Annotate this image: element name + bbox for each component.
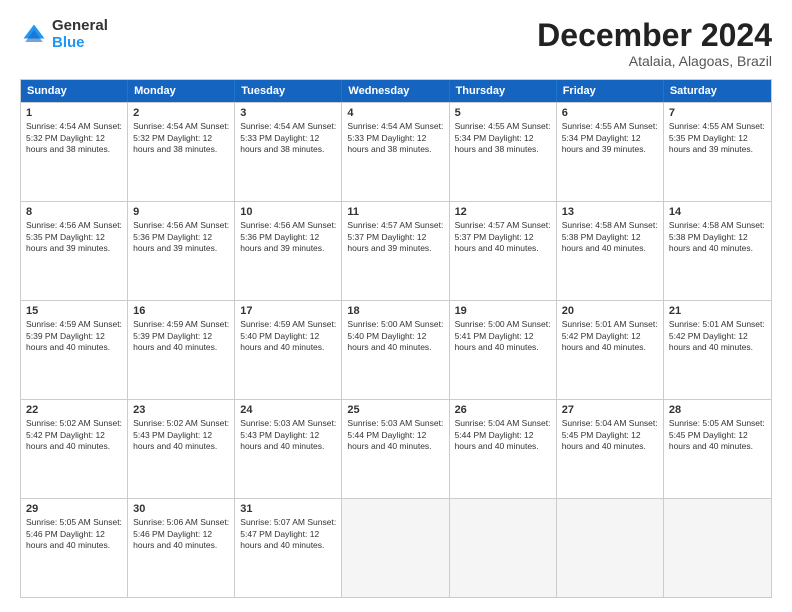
- day-9: 9 Sunrise: 4:56 AM Sunset: 5:36 PM Dayli…: [128, 202, 235, 300]
- day-24: 24 Sunrise: 5:03 AM Sunset: 5:43 PM Dayl…: [235, 400, 342, 498]
- month-title: December 2024: [537, 18, 772, 53]
- day-15: 15 Sunrise: 4:59 AM Sunset: 5:39 PM Dayl…: [21, 301, 128, 399]
- day-17: 17 Sunrise: 4:59 AM Sunset: 5:40 PM Dayl…: [235, 301, 342, 399]
- day-29: 29 Sunrise: 5:05 AM Sunset: 5:46 PM Dayl…: [21, 499, 128, 597]
- day-2: 2 Sunrise: 4:54 AM Sunset: 5:32 PM Dayli…: [128, 103, 235, 201]
- week-row-1: 1 Sunrise: 4:54 AM Sunset: 5:32 PM Dayli…: [21, 102, 771, 201]
- day-12: 12 Sunrise: 4:57 AM Sunset: 5:37 PM Dayl…: [450, 202, 557, 300]
- empty-cell-3: [557, 499, 664, 597]
- day-10: 10 Sunrise: 4:56 AM Sunset: 5:36 PM Dayl…: [235, 202, 342, 300]
- header-saturday: Saturday: [664, 80, 771, 102]
- day-8: 8 Sunrise: 4:56 AM Sunset: 5:35 PM Dayli…: [21, 202, 128, 300]
- day-14: 14 Sunrise: 4:58 AM Sunset: 5:38 PM Dayl…: [664, 202, 771, 300]
- header-monday: Monday: [128, 80, 235, 102]
- header-thursday: Thursday: [450, 80, 557, 102]
- location: Atalaia, Alagoas, Brazil: [537, 53, 772, 69]
- day-11: 11 Sunrise: 4:57 AM Sunset: 5:37 PM Dayl…: [342, 202, 449, 300]
- day-21: 21 Sunrise: 5:01 AM Sunset: 5:42 PM Dayl…: [664, 301, 771, 399]
- day-19: 19 Sunrise: 5:00 AM Sunset: 5:41 PM Dayl…: [450, 301, 557, 399]
- day-22: 22 Sunrise: 5:02 AM Sunset: 5:42 PM Dayl…: [21, 400, 128, 498]
- week-row-5: 29 Sunrise: 5:05 AM Sunset: 5:46 PM Dayl…: [21, 498, 771, 597]
- day-4: 4 Sunrise: 4:54 AM Sunset: 5:33 PM Dayli…: [342, 103, 449, 201]
- logo-general-text: General: [52, 18, 108, 35]
- week-row-2: 8 Sunrise: 4:56 AM Sunset: 5:35 PM Dayli…: [21, 201, 771, 300]
- week-row-4: 22 Sunrise: 5:02 AM Sunset: 5:42 PM Dayl…: [21, 399, 771, 498]
- day-1: 1 Sunrise: 4:54 AM Sunset: 5:32 PM Dayli…: [21, 103, 128, 201]
- day-20: 20 Sunrise: 5:01 AM Sunset: 5:42 PM Dayl…: [557, 301, 664, 399]
- title-block: December 2024 Atalaia, Alagoas, Brazil: [537, 18, 772, 69]
- header-sunday: Sunday: [21, 80, 128, 102]
- day-25: 25 Sunrise: 5:03 AM Sunset: 5:44 PM Dayl…: [342, 400, 449, 498]
- empty-cell-2: [450, 499, 557, 597]
- logo-icon: [20, 21, 48, 49]
- week-row-3: 15 Sunrise: 4:59 AM Sunset: 5:39 PM Dayl…: [21, 300, 771, 399]
- empty-cell-4: [664, 499, 771, 597]
- day-3: 3 Sunrise: 4:54 AM Sunset: 5:33 PM Dayli…: [235, 103, 342, 201]
- day-27: 27 Sunrise: 5:04 AM Sunset: 5:45 PM Dayl…: [557, 400, 664, 498]
- header-friday: Friday: [557, 80, 664, 102]
- calendar: Sunday Monday Tuesday Wednesday Thursday…: [20, 79, 772, 598]
- day-23: 23 Sunrise: 5:02 AM Sunset: 5:43 PM Dayl…: [128, 400, 235, 498]
- header-tuesday: Tuesday: [235, 80, 342, 102]
- page: General Blue December 2024 Atalaia, Alag…: [0, 0, 792, 612]
- day-7: 7 Sunrise: 4:55 AM Sunset: 5:35 PM Dayli…: [664, 103, 771, 201]
- day-6: 6 Sunrise: 4:55 AM Sunset: 5:34 PM Dayli…: [557, 103, 664, 201]
- header: General Blue December 2024 Atalaia, Alag…: [20, 18, 772, 69]
- day-31: 31 Sunrise: 5:07 AM Sunset: 5:47 PM Dayl…: [235, 499, 342, 597]
- calendar-body: 1 Sunrise: 4:54 AM Sunset: 5:32 PM Dayli…: [21, 102, 771, 597]
- day-30: 30 Sunrise: 5:06 AM Sunset: 5:46 PM Dayl…: [128, 499, 235, 597]
- day-13: 13 Sunrise: 4:58 AM Sunset: 5:38 PM Dayl…: [557, 202, 664, 300]
- day-18: 18 Sunrise: 5:00 AM Sunset: 5:40 PM Dayl…: [342, 301, 449, 399]
- logo-blue-text: Blue: [52, 35, 108, 52]
- day-28: 28 Sunrise: 5:05 AM Sunset: 5:45 PM Dayl…: [664, 400, 771, 498]
- day-26: 26 Sunrise: 5:04 AM Sunset: 5:44 PM Dayl…: [450, 400, 557, 498]
- empty-cell-1: [342, 499, 449, 597]
- logo: General Blue: [20, 18, 108, 51]
- logo-text: General Blue: [52, 18, 108, 51]
- day-16: 16 Sunrise: 4:59 AM Sunset: 5:39 PM Dayl…: [128, 301, 235, 399]
- header-wednesday: Wednesday: [342, 80, 449, 102]
- day-5: 5 Sunrise: 4:55 AM Sunset: 5:34 PM Dayli…: [450, 103, 557, 201]
- calendar-header: Sunday Monday Tuesday Wednesday Thursday…: [21, 80, 771, 102]
